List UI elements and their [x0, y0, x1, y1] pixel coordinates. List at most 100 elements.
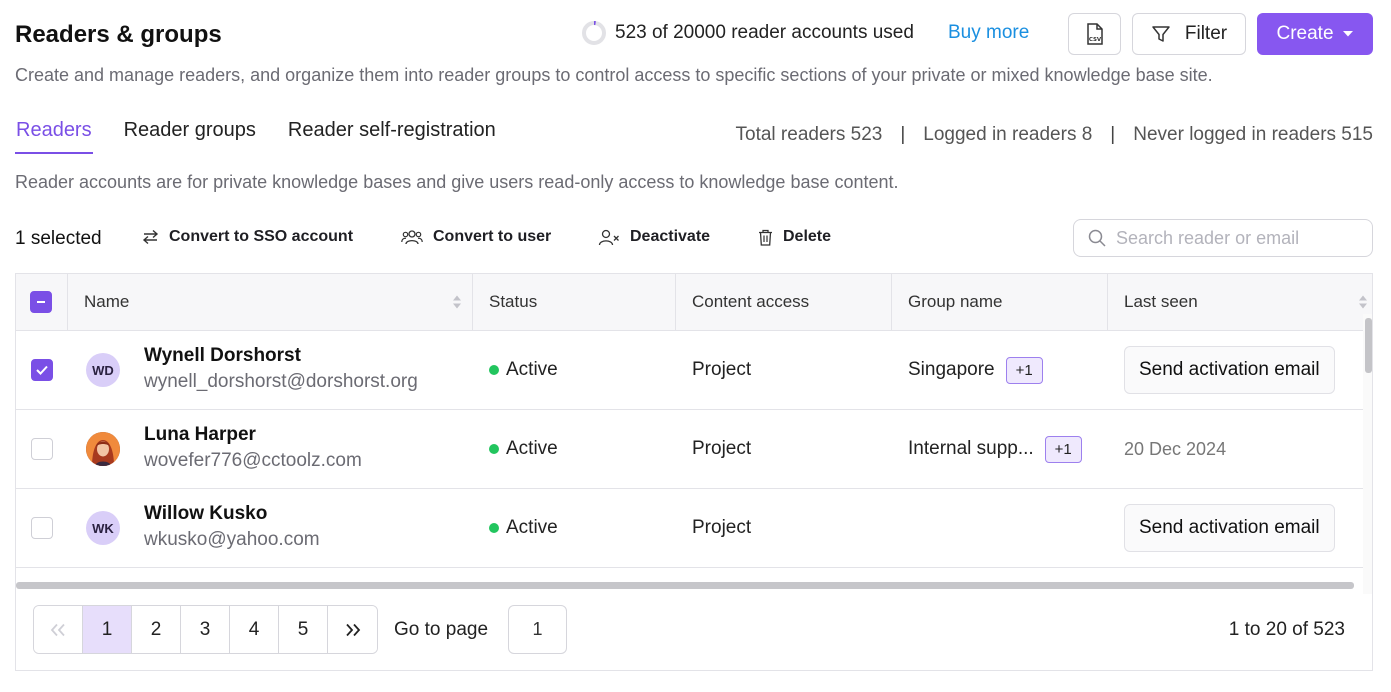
status-text: Active [506, 517, 558, 538]
stat-divider: | [900, 124, 906, 145]
column-header-label: Name [84, 292, 130, 311]
select-all-checkbox[interactable] [30, 291, 52, 313]
vertical-scrollbar-thumb[interactable] [1365, 318, 1372, 373]
reader-stats: Total readers 523 | Logged in readers 8 … [736, 124, 1373, 146]
column-header-name[interactable]: Name [68, 274, 473, 330]
last-page-button[interactable] [328, 606, 377, 653]
send-activation-email-button[interactable]: Send activation email [1124, 504, 1335, 552]
sort-icon[interactable] [1358, 294, 1368, 310]
table-row[interactable]: Luna Harper wovefer776@cctoolz.com Activ… [16, 410, 1364, 489]
first-page-button[interactable] [34, 606, 83, 653]
page-subtitle: Create and manage readers, and organize … [15, 65, 1213, 85]
group-name: Internal supp... [908, 438, 1034, 459]
more-groups-badge[interactable]: +1 [1044, 435, 1082, 463]
row-checkbox[interactable] [31, 517, 53, 539]
caret-down-icon [1342, 31, 1353, 37]
quota-text: 523 of 20000 reader accounts used [615, 22, 914, 43]
selected-count: 1 selected [15, 228, 102, 249]
last-seen-date: 20 Dec 2024 [1124, 438, 1227, 459]
avatar: WD [86, 353, 120, 387]
page-button-5[interactable]: 5 [279, 606, 328, 653]
more-groups-badge[interactable]: +1 [1005, 356, 1043, 384]
send-activation-email-button[interactable]: Send activation email [1124, 346, 1335, 394]
check-icon [36, 365, 48, 375]
column-header-last-seen[interactable]: Last seen [1108, 274, 1372, 330]
filter-icon [1152, 26, 1170, 42]
table-row[interactable]: WD Wynell Dorshorst wynell_dorshorst@dor… [16, 331, 1364, 410]
users-group-icon [401, 230, 423, 245]
reader-identity: Luna Harper wovefer776@cctoolz.com [144, 423, 362, 475]
delete-button[interactable]: Delete [758, 228, 831, 246]
filter-label: Filter [1184, 23, 1228, 44]
trash-icon [759, 229, 772, 246]
column-header-label: Group name [908, 292, 1003, 311]
reader-identity: Wynell Dorshorst wynell_dorshorst@dorsho… [144, 344, 418, 396]
name-cell: WK Willow Kusko wkusko@yahoo.com [86, 489, 320, 567]
stat-divider: | [1110, 124, 1116, 145]
row-checkbox[interactable] [31, 359, 53, 381]
go-to-page-label: Go to page [394, 619, 489, 640]
name-cell: Luna Harper wovefer776@cctoolz.com [86, 410, 362, 488]
column-header-label: Content access [692, 292, 810, 311]
tab-reader-groups[interactable]: Reader groups [123, 115, 257, 154]
reader-name[interactable]: Willow Kusko [144, 502, 320, 526]
group-name-cell: Internal supp... +1 [908, 410, 1082, 488]
user-deactivate-icon [598, 229, 619, 245]
tab-readers[interactable]: Readers [15, 115, 93, 154]
group-name: Singapore [908, 359, 995, 380]
search-input[interactable] [1116, 227, 1356, 249]
status-cell: Active [489, 410, 558, 488]
reader-email: wynell_dorshorst@dorshorst.org [144, 371, 418, 392]
tab-reader-self-registration[interactable]: Reader self-registration [287, 115, 497, 154]
tab-bar: Readers Reader groups Reader self-regist… [15, 115, 527, 155]
search-icon [1088, 229, 1106, 247]
page-title: Readers & groups [15, 21, 222, 48]
row-checkbox[interactable] [31, 438, 53, 460]
page-button-3[interactable]: 3 [181, 606, 230, 653]
deactivate-label: Deactivate [630, 228, 711, 245]
sort-icon[interactable] [452, 294, 462, 310]
last-seen-cell: Send activation email [1124, 331, 1335, 409]
csv-export-button[interactable]: CSV [1068, 13, 1121, 55]
status-text: Active [506, 359, 558, 380]
status-cell: Active [489, 331, 558, 409]
reader-name[interactable]: Luna Harper [144, 423, 362, 447]
column-header-content-access: Content access [676, 274, 892, 330]
row-select-cell [31, 331, 53, 409]
table-header: Name Status Content access Group name La… [16, 274, 1372, 331]
avatar: WK [86, 511, 120, 545]
row-select-cell [31, 410, 53, 488]
table-row[interactable]: WK Willow Kusko wkusko@yahoo.com Active … [16, 489, 1364, 568]
deactivate-button[interactable]: Deactivate [598, 228, 710, 246]
horizontal-scrollbar[interactable] [16, 582, 1354, 589]
page-button-1[interactable]: 1 [83, 606, 132, 653]
buy-more-link[interactable]: Buy more [948, 22, 1029, 44]
filter-button[interactable]: Filter [1132, 13, 1246, 55]
convert-to-sso-button[interactable]: Convert to SSO account [142, 228, 353, 246]
page-button-4[interactable]: 4 [230, 606, 279, 653]
column-header-label: Last seen [1124, 292, 1198, 311]
svg-text:CSV: CSV [1088, 37, 1101, 43]
name-cell: WD Wynell Dorshorst wynell_dorshorst@dor… [86, 331, 418, 409]
swap-arrows-icon [142, 229, 159, 245]
convert-to-user-button[interactable]: Convert to user [401, 228, 551, 246]
search-box[interactable] [1073, 219, 1373, 257]
last-seen-cell: 20 Dec 2024 [1124, 410, 1226, 488]
active-status-dot [489, 523, 499, 533]
create-button[interactable]: Create [1257, 13, 1373, 55]
page-button-2[interactable]: 2 [132, 606, 181, 653]
reader-name[interactable]: Wynell Dorshorst [144, 344, 418, 368]
last-seen-cell: Send activation email [1124, 489, 1335, 567]
go-to-page-input[interactable] [508, 605, 567, 654]
reader-email: wovefer776@cctoolz.com [144, 450, 362, 471]
minus-icon [37, 301, 45, 303]
logged-in-readers-stat: Logged in readers 8 [923, 124, 1093, 145]
content-access-cell: Project [692, 359, 752, 380]
active-status-dot [489, 444, 499, 454]
convert-to-sso-label: Convert to SSO account [169, 228, 354, 245]
quota-indicator: 523 of 20000 reader accounts used [581, 20, 914, 46]
group-name-cell: Singapore +1 [908, 331, 1043, 409]
double-chevron-right-icon [345, 623, 360, 636]
never-logged-in-readers-stat: Never logged in readers 515 [1133, 124, 1373, 145]
content-access-cell: Project [692, 517, 752, 538]
